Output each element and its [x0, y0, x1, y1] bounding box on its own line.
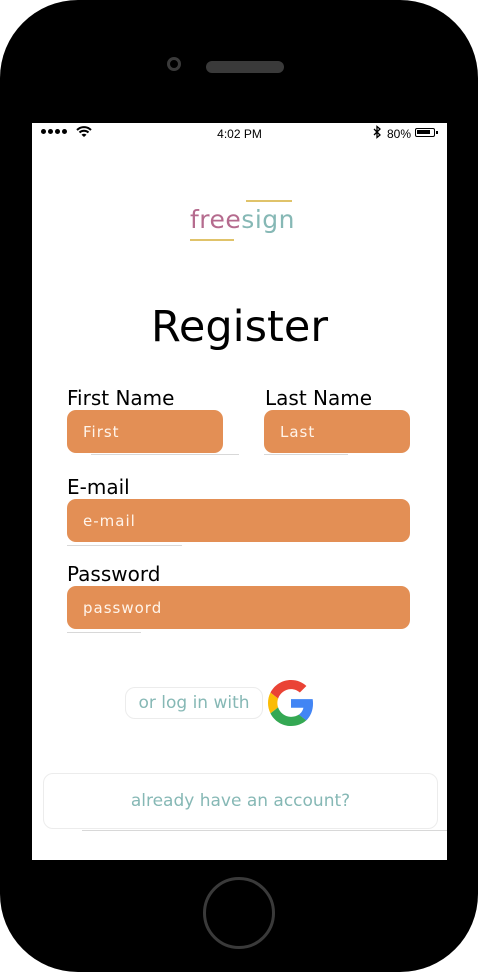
- battery-icon: [415, 128, 438, 137]
- phone-frame: 4:02 PM 80% freesign Register First Name…: [0, 0, 478, 972]
- password-underline: [67, 632, 141, 633]
- last-name-underline: [264, 454, 348, 455]
- google-icon[interactable]: [268, 680, 314, 726]
- home-button[interactable]: [203, 877, 275, 949]
- battery-percent: 80%: [387, 127, 412, 141]
- speaker: [206, 61, 284, 73]
- password-label: Password: [67, 562, 161, 586]
- logo-text-free: free: [190, 205, 242, 234]
- first-name-underline: [91, 454, 239, 455]
- page-title: Register: [150, 302, 329, 352]
- screen: 4:02 PM 80% freesign Register First Name…: [32, 123, 447, 860]
- password-input[interactable]: [67, 586, 410, 629]
- last-name-label: Last Name: [265, 386, 373, 410]
- status-bar: 4:02 PM 80%: [32, 123, 447, 143]
- app-logo: freesign: [190, 203, 295, 237]
- first-name-input[interactable]: [67, 410, 223, 453]
- social-login-label[interactable]: or log in with: [125, 687, 263, 719]
- first-name-label: First Name: [67, 386, 175, 410]
- email-label: E-mail: [67, 475, 130, 499]
- account-underline: [82, 830, 447, 831]
- logo-accent-bottom: [190, 239, 234, 241]
- email-underline: [67, 545, 182, 546]
- logo-accent-top: [246, 200, 292, 202]
- logo-text-sign: sign: [241, 205, 295, 234]
- email-input[interactable]: [67, 499, 410, 542]
- bluetooth-icon: [373, 125, 381, 139]
- camera: [167, 57, 181, 71]
- last-name-input[interactable]: [264, 410, 410, 453]
- already-have-account-button[interactable]: already have an account?: [43, 773, 438, 829]
- status-time: 4:02 PM: [217, 127, 262, 141]
